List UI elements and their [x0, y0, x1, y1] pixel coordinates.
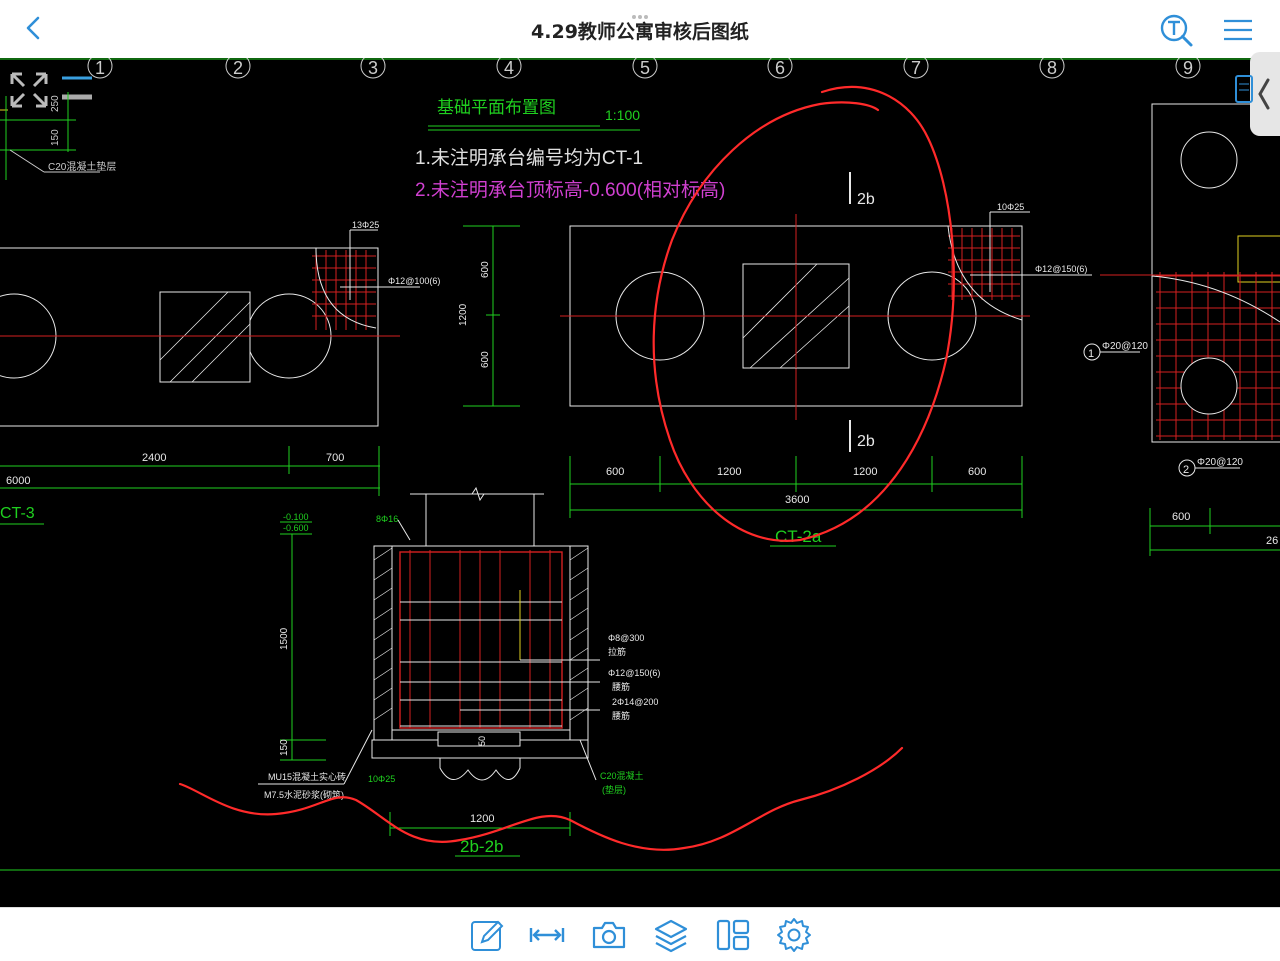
- svg-text:-0.600: -0.600: [283, 523, 309, 533]
- text-search-button[interactable]: [1156, 10, 1196, 50]
- svg-text:2Φ14@200: 2Φ14@200: [612, 697, 658, 707]
- svg-text:26: 26: [1266, 535, 1278, 547]
- markup-annotations: [178, 85, 955, 851]
- svg-text:MU15混凝土实心砖: MU15混凝土实心砖: [268, 771, 346, 782]
- page-title: 4.29教师公寓审核后图纸: [531, 21, 749, 43]
- svg-text:5: 5: [640, 58, 650, 78]
- hamburger-menu-icon: [1224, 19, 1252, 41]
- side-panel-tab[interactable]: [1250, 52, 1280, 136]
- text-search-icon: [1160, 14, 1193, 47]
- svg-text:8: 8: [1047, 58, 1057, 78]
- svg-text:1: 1: [95, 58, 105, 78]
- svg-text:1200: 1200: [717, 466, 741, 478]
- svg-text:C20混凝土: C20混凝土: [600, 770, 644, 781]
- fullscreen-icon[interactable]: [6, 66, 50, 112]
- svg-text:2: 2: [1183, 464, 1189, 476]
- drawing-scale: 1:100: [605, 107, 640, 123]
- grid-marker-2: 2: [225, 58, 251, 79]
- edit-button[interactable]: [468, 916, 506, 954]
- svg-text:Φ20@120: Φ20@120: [1197, 457, 1243, 468]
- svg-text:3: 3: [368, 58, 378, 78]
- svg-text:7: 7: [911, 58, 921, 78]
- ct3-label: CT-3: [0, 505, 35, 522]
- svg-text:6: 6: [775, 58, 785, 78]
- grid-marker-6: 6: [767, 58, 793, 79]
- svg-text:150: 150: [50, 129, 61, 146]
- svg-text:腰筋: 腰筋: [612, 681, 630, 692]
- svg-text:拉筋: 拉筋: [608, 646, 626, 657]
- svg-text:Φ12@150(6): Φ12@150(6): [1035, 264, 1087, 274]
- grid-marker-8: 8: [1039, 58, 1065, 79]
- svg-text:250: 250: [50, 95, 61, 112]
- pile-cap-ct3: 13Φ25 Φ12@100(6) 2400 700 6000 CT-3: [0, 220, 440, 525]
- svg-text:600: 600: [1172, 511, 1190, 523]
- svg-text:Φ12@150(6): Φ12@150(6): [608, 668, 660, 678]
- cad-drawing: 1 2 3 4 5 6 7 8 9 250 150 C20混凝土垫层 基础平面布…: [0, 58, 1280, 871]
- chevron-left-icon: [1258, 78, 1270, 110]
- svg-text:Φ8@300: Φ8@300: [608, 633, 644, 643]
- svg-text:(垫层): (垫层): [602, 784, 626, 795]
- layers-icon: [654, 919, 688, 953]
- settings-button[interactable]: [775, 916, 813, 954]
- svg-text:600: 600: [606, 466, 624, 478]
- section-mark-top: 2b: [857, 191, 875, 208]
- document-icon[interactable]: [1234, 74, 1254, 104]
- top-toolbar: 4.29教师公寓审核后图纸: [0, 0, 1280, 59]
- measure-icon: [529, 928, 565, 942]
- section-2b-2b: -0.100 -0.600 1500 150 Φ8@300 拉筋 Φ12@150…: [258, 486, 660, 857]
- vertical-dimension: 600 1200 600: [458, 225, 520, 407]
- note-2: 2.未注明承台顶标高-0.600(相对标高): [415, 179, 725, 201]
- pile-cap-ct2a: 10Φ25 Φ12@150(6) 2b 2b 600 1200 1200 600…: [560, 172, 1092, 547]
- svg-text:600: 600: [480, 261, 491, 278]
- svg-text:600: 600: [968, 466, 986, 478]
- layers-button[interactable]: [652, 916, 690, 954]
- layout-icon: [716, 919, 750, 951]
- svg-text:2400: 2400: [142, 452, 166, 464]
- svg-text:9: 9: [1183, 58, 1193, 78]
- svg-text:1200: 1200: [458, 303, 469, 326]
- svg-text:1500: 1500: [279, 627, 290, 650]
- svg-text:腰筋: 腰筋: [612, 710, 630, 721]
- svg-text:13Φ25: 13Φ25: [352, 220, 379, 230]
- svg-text:150: 150: [279, 739, 290, 756]
- section-mark-bottom: 2b: [857, 433, 875, 450]
- grid-marker-5: 5: [632, 58, 658, 79]
- svg-text:Φ12@100(6): Φ12@100(6): [388, 276, 440, 286]
- svg-text:10Φ25: 10Φ25: [997, 202, 1024, 212]
- svg-text:3600: 3600: [785, 494, 809, 506]
- svg-text:600: 600: [480, 351, 491, 368]
- grid-marker-1: 1: [87, 58, 113, 79]
- camera-icon: [592, 921, 626, 949]
- measure-button[interactable]: [528, 916, 566, 954]
- svg-text:C20混凝土垫层: C20混凝土垫层: [48, 160, 116, 173]
- grid-marker-7: 7: [903, 58, 929, 79]
- screenshot-button[interactable]: [590, 916, 628, 954]
- note-1: 1.未注明承台编号均为CT-1: [415, 147, 643, 169]
- svg-text:1200: 1200: [470, 813, 494, 825]
- menu-button[interactable]: [1220, 10, 1260, 50]
- layout-button[interactable]: [714, 916, 752, 954]
- svg-text:1: 1: [1088, 348, 1094, 360]
- svg-text:-0.100: -0.100: [283, 512, 309, 522]
- svg-text:8Φ16: 8Φ16: [376, 514, 398, 524]
- drawing-canvas[interactable]: 1 2 3 4 5 6 7 8 9 250 150 C20混凝土垫层 基础平面布…: [0, 58, 1280, 907]
- grid-marker-9: 9: [1175, 58, 1201, 79]
- grid-marker-4: 4: [496, 58, 522, 79]
- svg-text:700: 700: [326, 452, 344, 464]
- svg-text:4: 4: [504, 58, 514, 78]
- grid-axis-markers: 1 2 3 4 5 6 7 8 9: [87, 58, 1201, 79]
- svg-text:6000: 6000: [6, 475, 30, 487]
- grid-marker-3: 3: [360, 58, 386, 79]
- edit-icon: [471, 920, 504, 951]
- svg-text:2: 2: [233, 58, 243, 78]
- settings-icon: [777, 918, 811, 952]
- svg-text:Φ20@120: Φ20@120: [1102, 341, 1148, 352]
- drag-handle[interactable]: [620, 4, 660, 19]
- svg-text:1200: 1200: [853, 466, 877, 478]
- right-pile-cap-detail: 1 Φ20@120 2 Φ20@120 600 26: [1083, 103, 1280, 556]
- bottom-toolbar: [0, 907, 1280, 961]
- svg-text:50: 50: [477, 736, 487, 746]
- drawing-heading: 基础平面布置图: [437, 98, 556, 117]
- svg-text:10Φ25: 10Φ25: [368, 774, 395, 784]
